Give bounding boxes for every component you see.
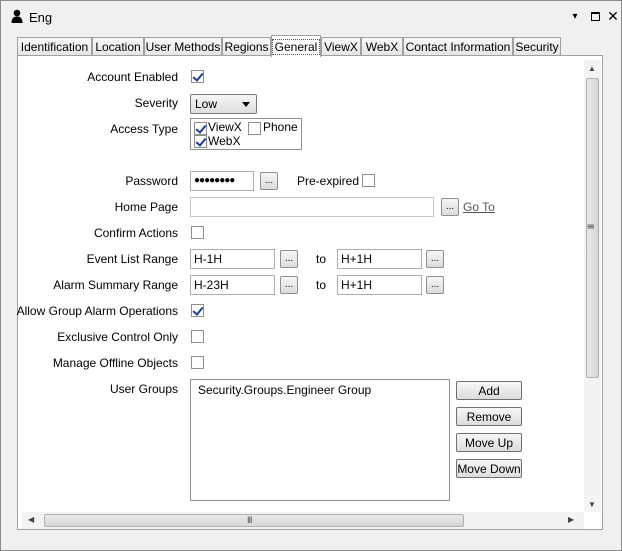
alarm-summary-range-from-browse-button[interactable]: ... bbox=[280, 276, 298, 294]
tab-viewx[interactable]: ViewX bbox=[321, 37, 361, 56]
severity-select[interactable]: Low bbox=[190, 94, 257, 114]
confirm-actions-label: Confirm Actions bbox=[93, 226, 178, 240]
scroll-left-icon[interactable]: ◀ bbox=[28, 515, 34, 524]
close-icon[interactable]: ✕ bbox=[605, 8, 621, 24]
remove-button[interactable]: Remove bbox=[456, 407, 522, 426]
allow-group-alarm-operations-label: Allow Group Alarm Operations bbox=[16, 304, 178, 318]
go-to-link[interactable]: Go To bbox=[463, 200, 495, 214]
access-type-phone-label: Phone bbox=[263, 120, 298, 134]
vertical-scrollbar[interactable]: ▲ III ▼ bbox=[584, 60, 601, 512]
move-up-button[interactable]: Move Up bbox=[456, 433, 522, 452]
home-page-browse-button[interactable]: ... bbox=[441, 198, 459, 216]
horizontal-scrollbar[interactable]: ◀ III ▶ bbox=[22, 512, 584, 529]
access-type-webx-checkbox[interactable] bbox=[194, 135, 207, 148]
pre-expired-checkbox[interactable] bbox=[362, 174, 375, 187]
access-type-label: Access Type bbox=[110, 122, 178, 136]
user-icon bbox=[11, 9, 23, 23]
access-type-webx-label: WebX bbox=[208, 134, 241, 148]
access-type-phone-checkbox[interactable] bbox=[248, 122, 261, 135]
alarm-summary-range-to-browse-button[interactable]: ... bbox=[426, 276, 444, 294]
list-item[interactable]: Security.Groups.Engineer Group bbox=[198, 383, 371, 397]
add-button[interactable]: Add bbox=[456, 381, 522, 400]
access-type-viewx-label: ViewX bbox=[208, 120, 242, 134]
event-list-range-label: Event List Range bbox=[86, 252, 178, 266]
tab-security[interactable]: Security bbox=[513, 37, 561, 56]
user-groups-list[interactable]: Security.Groups.Engineer Group bbox=[190, 379, 450, 501]
tab-webx[interactable]: WebX bbox=[361, 37, 403, 56]
tab-regions[interactable]: Regions bbox=[222, 37, 271, 56]
access-type-viewx-checkbox[interactable] bbox=[194, 122, 207, 135]
title-bar: Eng ▾ ✕ bbox=[2, 2, 620, 30]
scroll-down-icon[interactable]: ▼ bbox=[588, 500, 596, 509]
severity-value: Low bbox=[195, 97, 218, 111]
account-enabled-label: Account Enabled bbox=[87, 70, 178, 84]
tab-identification[interactable]: Identification bbox=[17, 37, 92, 56]
scroll-up-icon[interactable]: ▲ bbox=[588, 64, 596, 73]
scroll-right-icon[interactable]: ▶ bbox=[568, 515, 574, 524]
event-list-range-from-input[interactable]: H-1H bbox=[190, 249, 275, 269]
event-list-range-to-label: to bbox=[316, 252, 327, 266]
event-list-range-to-browse-button[interactable]: ... bbox=[426, 250, 444, 268]
alarm-summary-range-to-input[interactable]: H+1H bbox=[337, 275, 422, 295]
tab-location[interactable]: Location bbox=[92, 37, 144, 56]
severity-label: Severity bbox=[134, 96, 178, 110]
home-page-input[interactable] bbox=[190, 197, 434, 217]
tab-contact-information[interactable]: Contact Information bbox=[403, 37, 513, 56]
grip-icon: III bbox=[247, 515, 252, 525]
event-list-range-from-browse-button[interactable]: ... bbox=[280, 250, 298, 268]
password-browse-button[interactable]: ... bbox=[260, 172, 278, 190]
pre-expired-label: Pre-expired bbox=[297, 174, 360, 188]
event-list-range-to-input[interactable]: H+1H bbox=[337, 249, 422, 269]
alarm-summary-range-from-input[interactable]: H-23H bbox=[190, 275, 275, 295]
window-menu-dropdown-icon[interactable]: ▾ bbox=[567, 8, 583, 24]
general-tab-panel: Account Enabled Severity Low Access Type… bbox=[17, 55, 603, 530]
access-type-group: ViewX Phone WebX bbox=[190, 118, 302, 150]
vertical-scrollbar-thumb[interactable]: III bbox=[585, 78, 599, 378]
password-input[interactable]: ●●●●●●●● bbox=[190, 171, 254, 191]
tab-general[interactable]: General bbox=[271, 35, 321, 57]
exclusive-control-only-label: Exclusive Control Only bbox=[57, 330, 178, 344]
alarm-summary-range-label: Alarm Summary Range bbox=[53, 278, 178, 292]
window-title: Eng bbox=[29, 10, 53, 25]
manage-offline-objects-checkbox[interactable] bbox=[191, 356, 204, 369]
exclusive-control-only-checkbox[interactable] bbox=[191, 330, 204, 343]
account-enabled-checkbox[interactable] bbox=[191, 70, 204, 83]
move-down-button[interactable]: Move Down bbox=[456, 459, 522, 478]
manage-offline-objects-label: Manage Offline Objects bbox=[52, 356, 178, 370]
maximize-icon[interactable] bbox=[587, 8, 603, 24]
home-page-label: Home Page bbox=[114, 200, 178, 214]
user-properties-window: Eng ▾ ✕ Identification Location User Met… bbox=[0, 0, 622, 551]
user-groups-label: User Groups bbox=[109, 382, 178, 396]
alarm-summary-range-to-label: to bbox=[316, 278, 327, 292]
password-label: Password bbox=[125, 174, 178, 188]
chevron-down-icon bbox=[242, 102, 250, 107]
tab-user-methods[interactable]: User Methods bbox=[144, 37, 222, 56]
allow-group-alarm-operations-checkbox[interactable] bbox=[191, 304, 204, 317]
confirm-actions-checkbox[interactable] bbox=[191, 226, 204, 239]
horizontal-scrollbar-thumb[interactable]: III bbox=[44, 514, 464, 527]
grip-icon: III bbox=[585, 223, 596, 229]
